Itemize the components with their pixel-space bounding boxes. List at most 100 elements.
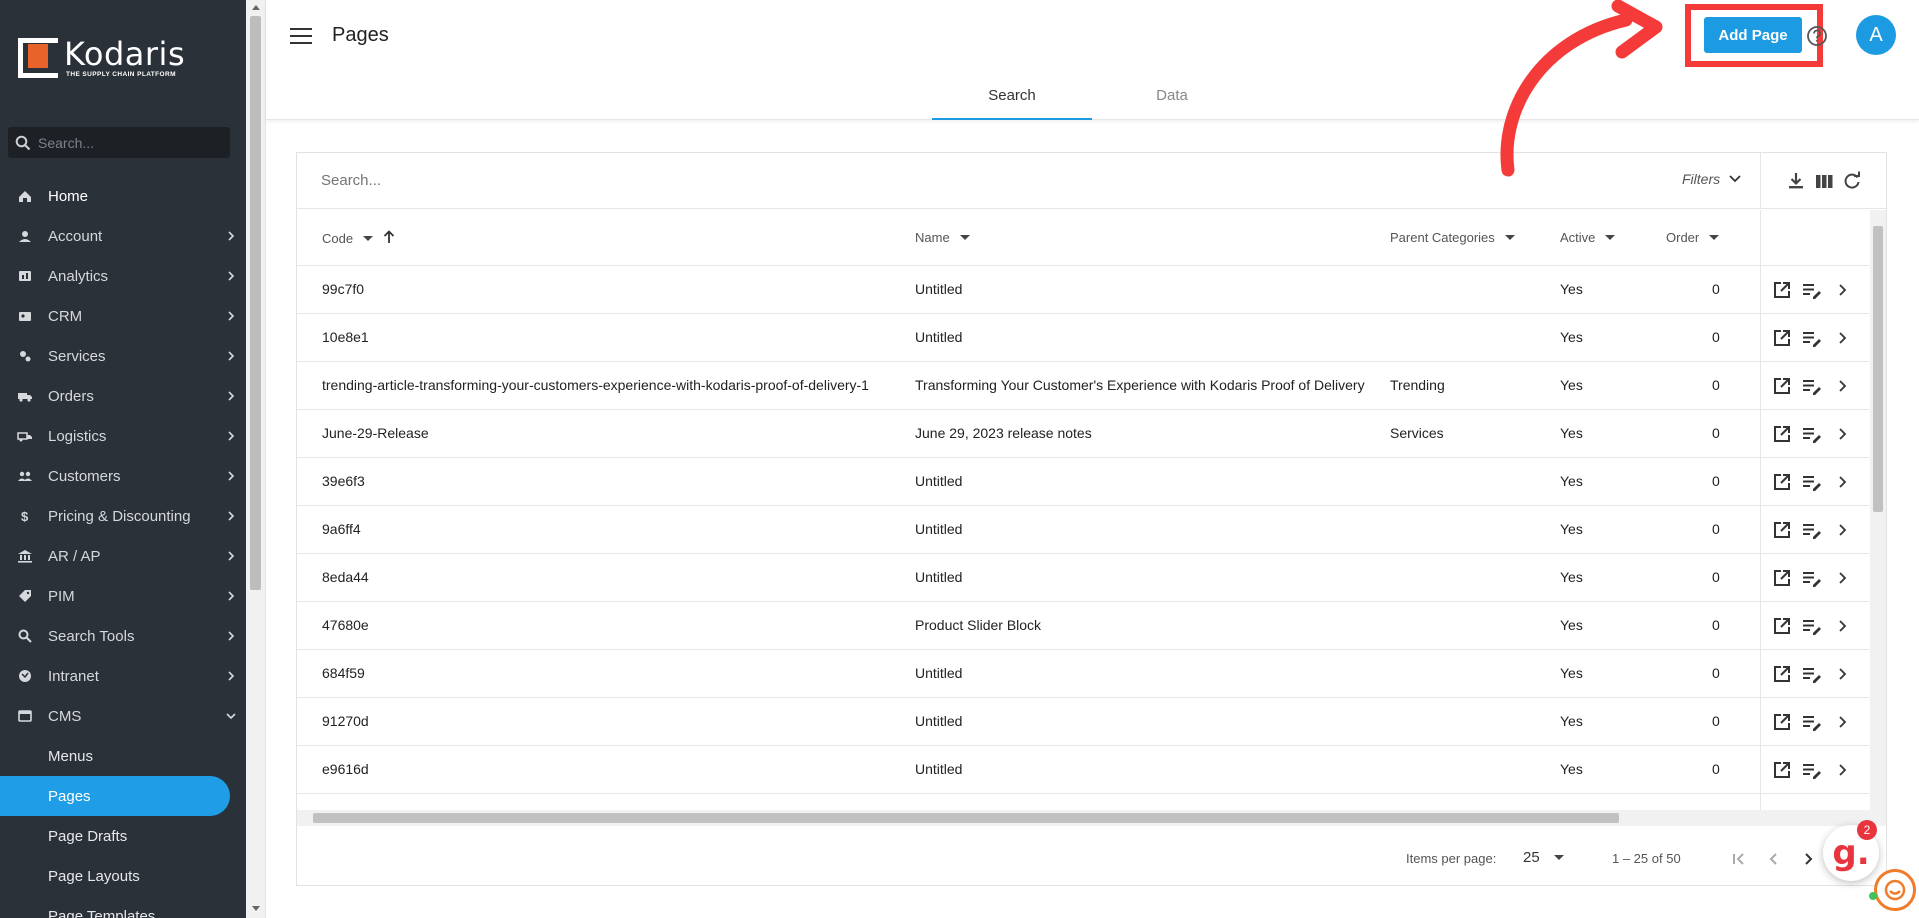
edit-list-icon[interactable]: [1801, 327, 1823, 349]
table-row[interactable]: 39e6f3 Untitled Yes 0: [297, 458, 1869, 506]
chevron-right-icon[interactable]: [1831, 615, 1853, 637]
filters-dropdown[interactable]: Filters: [1682, 171, 1742, 187]
sidebar-item-analytics[interactable]: Analytics: [0, 256, 246, 296]
open-in-new-icon[interactable]: [1771, 327, 1793, 349]
chevron-right-icon[interactable]: [1831, 711, 1853, 733]
table-row[interactable]: 10e8e1 Untitled Yes 0: [297, 314, 1869, 362]
sidebar-item-account[interactable]: Account: [0, 216, 246, 256]
col-header-parent-categories[interactable]: Parent Categories: [1390, 230, 1515, 245]
open-in-new-icon[interactable]: [1771, 279, 1793, 301]
sidebar-search-input[interactable]: Search...: [8, 127, 230, 158]
sidebar-item-pim[interactable]: PIM: [0, 576, 246, 616]
col-header-order[interactable]: Order: [1666, 230, 1720, 245]
table-row[interactable]: 9a6ff4 Untitled Yes 0: [297, 506, 1869, 554]
table-row[interactable]: e9616d Untitled Yes 0: [297, 746, 1869, 794]
sidebar-item-intranet[interactable]: Intranet: [0, 656, 246, 696]
open-in-new-icon[interactable]: [1771, 663, 1793, 685]
tab-search[interactable]: Search: [932, 78, 1092, 120]
table-row[interactable]: 99c7f0 Untitled Yes 0: [297, 266, 1869, 314]
table-horizontal-scrollbar[interactable]: [297, 810, 1886, 826]
sidebar-item-logistics[interactable]: Logistics: [0, 416, 246, 456]
open-in-new-icon[interactable]: [1771, 519, 1793, 541]
table-row[interactable]: 91270d Untitled Yes 0: [297, 698, 1869, 746]
table-row[interactable]: 8eda44 Untitled Yes 0: [297, 554, 1869, 602]
open-in-new-icon[interactable]: [1771, 471, 1793, 493]
open-in-new-icon[interactable]: [1771, 759, 1793, 781]
hamburger-menu-icon[interactable]: [290, 28, 312, 46]
kodaris-logo[interactable]: Kodaris THE SUPPLY CHAIN PLATFORM: [18, 36, 185, 80]
items-per-page-select[interactable]: 25: [1523, 849, 1564, 866]
sidebar-scroll-thumb[interactable]: [250, 16, 261, 590]
sidebar-subitem-page-layouts[interactable]: Page Layouts: [0, 856, 246, 896]
sort-caret-icon[interactable]: [1605, 235, 1616, 240]
open-in-new-icon[interactable]: [1771, 615, 1793, 637]
sidebar-subitem-page-drafts[interactable]: Page Drafts: [0, 816, 246, 856]
edit-list-icon[interactable]: [1801, 471, 1823, 493]
scroll-down-arrow-icon[interactable]: [252, 906, 260, 911]
chevron-right-icon: [216, 551, 246, 561]
table-row[interactable]: June-29-Release June 29, 2023 release not…: [297, 410, 1869, 458]
open-in-new-icon[interactable]: [1771, 375, 1793, 397]
sidebar-subitem-menus[interactable]: Menus: [0, 736, 246, 776]
table-search-input[interactable]: [321, 172, 721, 189]
support-chat-icon[interactable]: [1874, 869, 1916, 911]
sidebar-item-customers[interactable]: Customers: [0, 456, 246, 496]
edit-list-icon[interactable]: [1801, 759, 1823, 781]
sort-ascending-arrow-icon[interactable]: [383, 230, 395, 247]
edit-list-icon[interactable]: [1801, 423, 1823, 445]
sidebar-item-services[interactable]: Services: [0, 336, 246, 376]
first-page-icon[interactable]: [1729, 848, 1751, 870]
vertical-scroll-thumb[interactable]: [1873, 226, 1883, 512]
sidebar-scrollbar[interactable]: [246, 0, 266, 918]
edit-list-icon[interactable]: [1801, 519, 1823, 541]
edit-list-icon[interactable]: [1801, 375, 1823, 397]
user-avatar[interactable]: A: [1856, 15, 1896, 55]
chevron-right-icon[interactable]: [1831, 471, 1853, 493]
chevron-right-icon[interactable]: [1831, 519, 1853, 541]
table-vertical-scrollbar[interactable]: [1870, 210, 1886, 818]
sidebar-subitem-page-templates[interactable]: Page Templates: [0, 896, 246, 918]
table-row[interactable]: 684f59 Untitled Yes 0: [297, 650, 1869, 698]
next-page-icon[interactable]: [1797, 848, 1819, 870]
columns-icon[interactable]: [1813, 170, 1835, 192]
previous-page-icon[interactable]: [1763, 848, 1785, 870]
chevron-right-icon[interactable]: [1831, 759, 1853, 781]
sort-caret-icon[interactable]: [1709, 235, 1720, 240]
scroll-up-arrow-icon[interactable]: [252, 5, 260, 10]
edit-list-icon[interactable]: [1801, 615, 1823, 637]
col-header-code[interactable]: Code: [322, 230, 395, 247]
chevron-right-icon[interactable]: [1831, 567, 1853, 589]
download-icon[interactable]: [1785, 170, 1807, 192]
open-in-new-icon[interactable]: [1771, 423, 1793, 445]
help-icon[interactable]: [1806, 25, 1828, 47]
sort-caret-icon[interactable]: [959, 235, 970, 240]
edit-list-icon[interactable]: [1801, 567, 1823, 589]
sort-caret-icon[interactable]: [1504, 235, 1515, 240]
horizontal-scroll-thumb[interactable]: [313, 813, 1619, 823]
refresh-icon[interactable]: [1841, 170, 1863, 192]
chevron-right-icon[interactable]: [1831, 375, 1853, 397]
sidebar-item-search-tools[interactable]: Search Tools: [0, 616, 246, 656]
sidebar-item-orders[interactable]: Orders: [0, 376, 246, 416]
sort-caret-icon[interactable]: [363, 236, 374, 241]
sidebar-item-ar-ap[interactable]: AR / AP: [0, 536, 246, 576]
sidebar-item-pricing-discounting[interactable]: $ Pricing & Discounting: [0, 496, 246, 536]
sidebar-item-cms[interactable]: CMS: [0, 696, 246, 736]
edit-list-icon[interactable]: [1801, 711, 1823, 733]
open-in-new-icon[interactable]: [1771, 567, 1793, 589]
chevron-right-icon[interactable]: [1831, 279, 1853, 301]
col-header-active[interactable]: Active: [1560, 230, 1616, 245]
table-row[interactable]: trending-article-transforming-your-custo…: [297, 362, 1869, 410]
chevron-right-icon[interactable]: [1831, 663, 1853, 685]
tab-data[interactable]: Data: [1092, 78, 1252, 120]
open-in-new-icon[interactable]: [1771, 711, 1793, 733]
col-header-name[interactable]: Name: [915, 230, 970, 245]
sidebar-item-home[interactable]: Home: [0, 176, 246, 216]
table-row[interactable]: 47680e Product Slider Block Yes 0: [297, 602, 1869, 650]
edit-list-icon[interactable]: [1801, 663, 1823, 685]
chevron-right-icon[interactable]: [1831, 423, 1853, 445]
sidebar-subitem-pages[interactable]: Pages: [0, 776, 230, 816]
edit-list-icon[interactable]: [1801, 279, 1823, 301]
chevron-right-icon[interactable]: [1831, 327, 1853, 349]
sidebar-item-crm[interactable]: CRM: [0, 296, 246, 336]
